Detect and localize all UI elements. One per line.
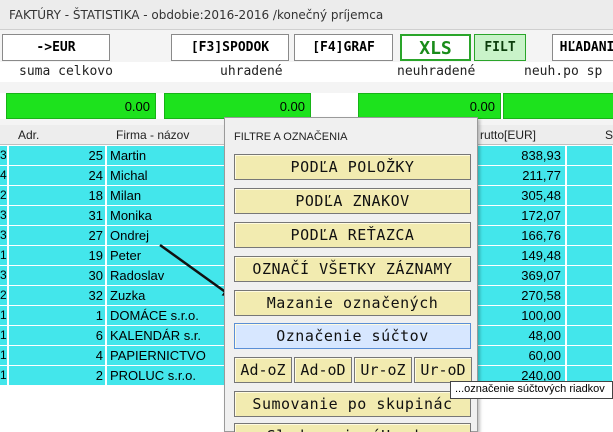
cell-firma: Radoslav	[107, 266, 237, 286]
mark-all-records-button[interactable]: OZNAČÍ VŠETKY ZÁZNAMY	[234, 256, 471, 282]
header-s[interactable]: S	[605, 128, 613, 142]
cell-adr: 32	[9, 286, 106, 306]
cell-mark: 1	[0, 346, 8, 366]
cell-mark: 3	[0, 226, 8, 246]
summary-value-unpaid-after	[503, 93, 613, 119]
cell-brutto: 172,07	[478, 206, 566, 226]
cell-mark: 2	[0, 186, 8, 206]
header-adr[interactable]: Adr.	[18, 128, 39, 142]
window-title: FAKTÚRY - ŠTATISTIKA - obdobie:2016-2016…	[0, 0, 613, 30]
cell-firma: Michal	[107, 166, 237, 186]
cell-s	[567, 226, 613, 246]
cell-mark: 1	[0, 306, 8, 326]
cell-mark: 3	[0, 146, 8, 166]
sum-by-groups-button[interactable]: Sumovanie po skupinác	[234, 391, 471, 417]
summary-values: 0.00 0.00 0.00	[0, 93, 613, 119]
summary-label-paid: uhradené	[220, 64, 283, 79]
cell-firma: Martin	[107, 146, 237, 166]
summary-value-unpaid: 0.00	[358, 93, 501, 119]
cell-adr: 27	[9, 226, 106, 246]
ad-oz-button[interactable]: Ad-oZ	[234, 357, 292, 383]
cell-firma: KALENDÁR s.r.	[107, 326, 237, 346]
cell-s	[567, 346, 613, 366]
cell-firma: Ondrej	[107, 226, 237, 246]
ur-od-button[interactable]: Ur-oD	[414, 357, 472, 383]
cell-mark: 3	[0, 206, 8, 226]
cell-brutto: 305,48	[478, 186, 566, 206]
cell-firma: Peter	[107, 246, 237, 266]
eur-button[interactable]: ->EUR	[2, 34, 110, 61]
cell-brutto: 100,00	[478, 306, 566, 326]
cell-firma: DOMÁCE s.r.o.	[107, 306, 237, 326]
cell-firma: PAPIERNICTVO	[107, 346, 237, 366]
cell-adr: 18	[9, 186, 106, 206]
filter-button[interactable]: FILT	[474, 34, 526, 61]
cell-firma: Monika	[107, 206, 237, 226]
cell-firma: PROLUC s.r.o.	[107, 366, 237, 386]
summary-label-unpaid: neuhradené	[397, 64, 476, 79]
filter-by-characters-button[interactable]: PODĽA ZNAKOV	[234, 188, 471, 214]
cell-adr: 2	[9, 366, 106, 386]
cell-adr: 30	[9, 266, 106, 286]
cell-s	[567, 326, 613, 346]
cell-s	[567, 166, 613, 186]
cell-mark: 1	[0, 246, 8, 266]
cell-brutto: 369,07	[478, 266, 566, 286]
ad-od-button[interactable]: Ad-oD	[294, 357, 352, 383]
summary-label-total: suma celkovo	[19, 64, 113, 79]
xls-export-button[interactable]: XLS	[400, 34, 471, 61]
cell-brutto: 60,00	[478, 346, 566, 366]
cell-s	[567, 306, 613, 326]
cell-s	[567, 206, 613, 226]
delete-marked-button[interactable]: Mazanie označených	[234, 290, 471, 316]
cell-s	[567, 186, 613, 206]
summary-labels: suma celkovo uhradené neuhradené neuh.po…	[0, 62, 613, 82]
cell-s	[567, 246, 613, 266]
f4-graf-button[interactable]: [F4]GRAF	[294, 34, 393, 61]
cell-adr: 1	[9, 306, 106, 326]
cell-adr: 6	[9, 326, 106, 346]
ur-oz-button[interactable]: Ur-oZ	[354, 357, 412, 383]
summary-value-paid: 0.00	[164, 93, 311, 119]
header-brutto[interactable]: rutto[EUR]	[480, 128, 536, 142]
filter-by-string-button[interactable]: PODĽA REŤAZCA	[234, 222, 471, 248]
filter-popup: FILTRE A OZNAČENIA PODĽA POLOŽKY PODĽA Z…	[224, 117, 478, 432]
cell-mark: 1	[0, 326, 8, 346]
f3-spodok-button[interactable]: [F3]SPODOK	[171, 34, 289, 61]
summary-value-total: 0.00	[6, 93, 156, 119]
cell-adr: 19	[9, 246, 106, 266]
cell-adr: 25	[9, 146, 106, 166]
cell-firma: Zuzka	[107, 286, 237, 306]
payment-tracking-button[interactable]: Sledovanie úHrad >	[234, 423, 471, 432]
cell-brutto: 48,00	[478, 326, 566, 346]
cell-mark: 1	[0, 366, 8, 386]
summary-label-unpaid-after: neuh.po sp	[524, 64, 603, 79]
search-button[interactable]: HĽADANI	[552, 34, 613, 61]
cell-mark: 2	[0, 286, 8, 306]
cell-s	[567, 266, 613, 286]
cell-brutto: 166,76	[478, 226, 566, 246]
cell-s	[567, 146, 613, 166]
cell-adr: 24	[9, 166, 106, 186]
cell-s	[567, 286, 613, 306]
popup-title: FILTRE A OZNAČENIA	[234, 131, 348, 143]
tooltip: ...označenie súčtových riadkov	[450, 381, 613, 399]
cell-brutto: 838,93	[478, 146, 566, 166]
cell-firma: Milan	[107, 186, 237, 206]
cell-brutto: 270,58	[478, 286, 566, 306]
cell-brutto: 211,77	[478, 166, 566, 186]
cell-mark: 3	[0, 266, 8, 286]
filter-by-item-button[interactable]: PODĽA POLOŽKY	[234, 154, 471, 180]
header-firma[interactable]: Firma - názov	[116, 128, 189, 142]
mark-totals-button[interactable]: Označenie súčtov	[234, 323, 471, 349]
cell-brutto: 149,48	[478, 246, 566, 266]
cell-adr: 31	[9, 206, 106, 226]
cell-mark: 4	[0, 166, 8, 186]
cell-adr: 4	[9, 346, 106, 366]
